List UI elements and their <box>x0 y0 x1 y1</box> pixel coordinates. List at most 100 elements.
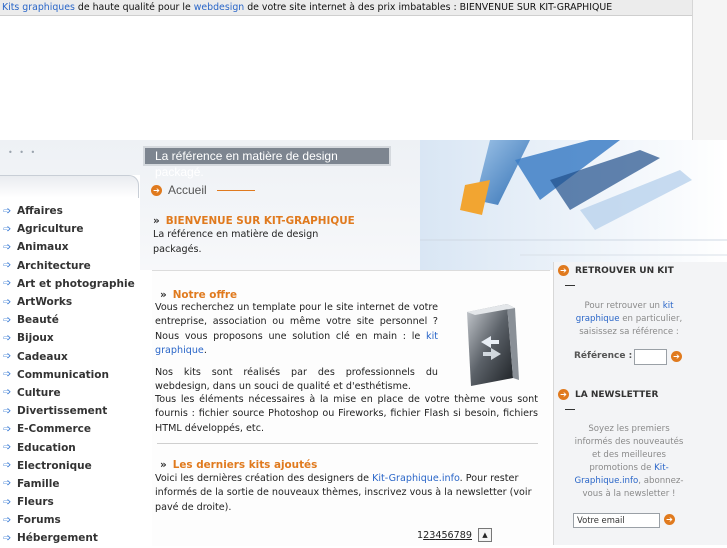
category-item[interactable]: ➩ Fleurs <box>0 493 135 511</box>
category-label: Affaires <box>17 205 63 218</box>
category-item[interactable]: ➩ Architecture <box>0 257 135 275</box>
derniers-title-text: Les derniers kits ajoutés <box>172 459 318 471</box>
category-label: Forums <box>17 514 61 527</box>
software-box-image <box>467 304 519 386</box>
category-item[interactable]: ➩ Culture <box>0 384 135 402</box>
category-label: Electronique <box>17 459 92 472</box>
category-item[interactable]: ➩ Cadeaux <box>0 348 135 366</box>
category-label: ArtWorks <box>17 296 73 309</box>
arrow-right-icon: ➩ <box>3 332 12 344</box>
arrow-right-icon: ➩ <box>3 387 12 399</box>
category-label: Beauté <box>17 314 59 327</box>
arrow-right-icon: ➩ <box>3 314 12 326</box>
kits-graphiques-link[interactable]: Kits graphiques <box>2 2 75 13</box>
category-item[interactable]: ➩ Art et photographie <box>0 275 135 293</box>
category-list: ➩ Affaires ➩ Agriculture ➩ Animaux ➩ Archite… <box>0 202 135 548</box>
reference-submit-icon[interactable]: ➔ <box>671 351 682 362</box>
arrow-circle-icon: ➔ <box>558 265 569 276</box>
offre-title: » Notre offre <box>160 289 237 301</box>
reference-label: Référence : <box>574 351 633 361</box>
category-label: Architecture <box>17 259 91 272</box>
category-label: Bijoux <box>17 332 54 345</box>
category-label: Communication <box>17 368 109 381</box>
category-item[interactable]: ➩ Communication <box>0 366 135 384</box>
page-link[interactable]: 9 <box>466 530 472 541</box>
category-item[interactable]: ➩ Divertissement <box>0 402 135 420</box>
kit-graphique-info-link[interactable]: Kit-Graphique.info <box>372 473 460 484</box>
category-item[interactable]: ➩ Forums <box>0 511 135 529</box>
reference-input[interactable] <box>634 349 667 365</box>
retrouver-text: Pour retrouver un kit graphique en parti… <box>571 300 687 339</box>
arrow-right-icon: ➩ <box>3 296 12 308</box>
arrow-circle-icon: ➔ <box>151 184 162 196</box>
arrow-right-icon: ➩ <box>3 241 12 253</box>
arrow-right-icon: ➩ <box>3 460 12 472</box>
category-item[interactable]: ➩ Education <box>0 438 135 456</box>
email-field[interactable]: Votre email <box>573 513 660 528</box>
arrow-circle-icon: ➔ <box>558 389 569 400</box>
category-label: Hébergement <box>17 532 98 545</box>
welcome-title: » BIENVENUE SUR KIT-GRAPHIQUE <box>153 215 483 227</box>
category-label: Cadeaux <box>17 350 68 363</box>
double-chevron-icon: » <box>153 215 160 227</box>
category-item[interactable]: ➩ Electronique <box>0 457 135 475</box>
arrow-right-icon: ➩ <box>3 205 12 217</box>
arrow-right-icon: ➩ <box>3 514 12 526</box>
arrow-right-icon: ➩ <box>3 223 12 235</box>
top-header-text: Kits graphiques de haute qualité pour le… <box>0 0 692 16</box>
retrouver-header: ➔ RETROUVER UN KIT <box>558 265 674 276</box>
offre-p1-end: . <box>203 344 207 356</box>
newsletter-submit-icon[interactable]: ➔ <box>664 514 675 525</box>
category-label: Animaux <box>17 241 69 254</box>
retrouver-title: RETROUVER UN KIT <box>575 265 674 276</box>
retrouver-text-a: Pour retrouver un <box>584 301 663 311</box>
category-label: Art et photographie <box>17 277 135 290</box>
category-item[interactable]: ➩ Animaux <box>0 238 135 256</box>
offre-p1-text: Vous recherchez un template pour le site… <box>155 302 438 342</box>
category-item[interactable]: ➩ ArtWorks <box>0 293 135 311</box>
category-item[interactable]: ➩ Beauté <box>0 311 135 329</box>
offre-paragraph-1: Vous recherchez un template pour le site… <box>155 301 438 358</box>
category-label: Famille <box>17 477 60 490</box>
accueil-label[interactable]: Accueil <box>168 183 207 197</box>
tagline-bar: La référence en matière de design packag… <box>143 146 391 179</box>
newsletter-text: Soyez les premiers informés des nouveaut… <box>571 423 687 501</box>
derniers-title: » Les derniers kits ajoutés <box>160 459 317 471</box>
double-chevron-icon: » <box>160 459 167 471</box>
category-item[interactable]: ➩ Affaires <box>0 202 135 220</box>
arrow-right-icon: ➩ <box>3 442 12 454</box>
breadcrumb: ➔ Accueil <box>151 183 255 197</box>
category-item[interactable]: ➩ Bijoux <box>0 329 135 347</box>
category-label: E-Commerce <box>17 423 91 436</box>
pagination: 1 2 3 4 5 6 7 8 9 ▲ <box>417 528 492 542</box>
category-label: Culture <box>17 386 61 399</box>
header-text-2: de votre site internet à des prix imbata… <box>244 2 613 13</box>
derniers-paragraph: Voici les dernières création des designe… <box>155 472 539 515</box>
arrow-right-icon: ➩ <box>3 532 12 544</box>
category-item[interactable]: ➩ Famille <box>0 475 135 493</box>
divider-line <box>216 189 255 191</box>
double-chevron-icon: » <box>160 289 167 301</box>
welcome-section: » BIENVENUE SUR KIT-GRAPHIQUE La référenc… <box>153 215 483 257</box>
offre-title-text: Notre offre <box>172 289 238 301</box>
derniers-text-a: Voici les dernières création des designe… <box>155 473 373 484</box>
category-item[interactable]: ➩ E-Commerce <box>0 420 135 438</box>
newsletter-header: ➔ LA NEWSLETTER <box>558 389 658 400</box>
webdesign-link[interactable]: webdesign <box>194 2 245 13</box>
header-underline <box>565 285 575 286</box>
right-edge-strip <box>692 0 727 140</box>
sidebar-bevel <box>0 175 139 198</box>
banner-dots: • • • <box>8 148 38 157</box>
section-divider <box>157 443 538 444</box>
scroll-top-icon[interactable]: ▲ <box>477 528 492 542</box>
newsletter-title: LA NEWSLETTER <box>575 389 659 400</box>
offre-paragraph-2: Nos kits sont réalisés par des professio… <box>155 367 438 393</box>
offre-paragraph-3: Tous les éléments nécessaires à la mise … <box>155 394 538 434</box>
welcome-title-text: BIENVENUE SUR KIT-GRAPHIQUE <box>165 215 355 227</box>
arrow-right-icon: ➩ <box>3 478 12 490</box>
arrow-right-icon: ➩ <box>3 369 12 381</box>
header-text-1: de haute qualité pour le <box>74 2 194 13</box>
category-label: Education <box>17 441 76 454</box>
welcome-text: La référence en matière de design packag… <box>153 229 319 255</box>
category-item[interactable]: ➩ Agriculture <box>0 220 135 238</box>
